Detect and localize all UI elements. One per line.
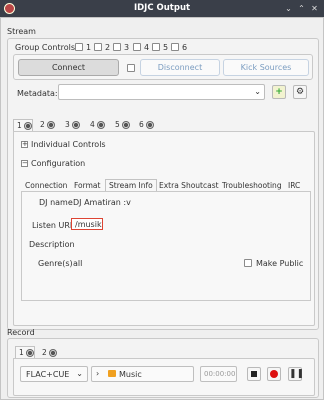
- kick-sources-button[interactable]: Kick Sources: [223, 59, 309, 76]
- listen-url-label: Listen URL: [32, 221, 75, 230]
- pause-icon[interactable]: ❚❚: [288, 367, 304, 381]
- group-number-1: 1: [86, 43, 92, 52]
- group-number-5: 5: [163, 43, 169, 52]
- record-tab-1[interactable]: 1: [15, 346, 35, 358]
- dj-name-label: DJ name: [39, 198, 73, 207]
- disconnect-checkbox[interactable]: [127, 64, 135, 72]
- tab-format[interactable]: Format: [74, 181, 100, 190]
- minimize-icon[interactable]: ⌄: [283, 3, 294, 14]
- title-bar: IDJC Output ⌄ ⌃ ✕: [0, 0, 324, 17]
- tab-extra-shoutcast[interactable]: Extra Shoutcast: [159, 181, 219, 190]
- disconnect-button[interactable]: Disconnect: [140, 59, 220, 76]
- record-format-select[interactable]: FLAC+CUE ⌄: [20, 366, 88, 382]
- make-public-checkbox[interactable]: [244, 259, 252, 267]
- group-checkbox-5[interactable]: [152, 43, 160, 51]
- individual-controls-label[interactable]: Individual Controls: [31, 140, 106, 149]
- group-controls-label: Group Controls: [15, 43, 75, 52]
- tab-troubleshooting[interactable]: Troubleshooting: [222, 181, 282, 190]
- record-time-value: 00:00:00: [204, 370, 236, 378]
- settings-icon[interactable]: ⚙: [293, 85, 307, 99]
- record-2-indicator-icon: [49, 349, 57, 357]
- metadata-label: Metadata:: [17, 89, 58, 98]
- group-number-3: 3: [124, 43, 130, 52]
- tab-stream-info[interactable]: Stream Info: [105, 179, 157, 191]
- close-icon[interactable]: ✕: [309, 3, 320, 14]
- genres-value[interactable]: all: [73, 259, 82, 268]
- group-number-2: 2: [105, 43, 111, 52]
- window-title: IDJC Output: [133, 3, 191, 13]
- add-icon[interactable]: +: [272, 85, 286, 99]
- server-4-indicator-icon: [97, 121, 105, 129]
- chevron-down-icon[interactable]: ⌄: [254, 87, 261, 96]
- record-format-value: FLAC+CUE: [26, 370, 70, 379]
- group-checkbox-2[interactable]: [94, 43, 102, 51]
- configuration-label[interactable]: Configuration: [31, 159, 85, 168]
- server-3-indicator-icon: [72, 121, 80, 129]
- group-checkbox-6[interactable]: [171, 43, 179, 51]
- group-checkbox-1[interactable]: [75, 43, 83, 51]
- server-1-indicator-icon: [24, 122, 32, 130]
- group-number-4: 4: [144, 43, 150, 52]
- connect-button[interactable]: Connect: [18, 59, 119, 76]
- maximize-icon[interactable]: ⌃: [296, 3, 307, 14]
- description-label: Description: [29, 240, 75, 249]
- record-folder-label: Music: [119, 370, 142, 379]
- dj-name-value[interactable]: DJ Amatiran :v: [73, 198, 131, 207]
- genres-label: Genre(s): [38, 259, 73, 268]
- folder-icon: [108, 370, 116, 377]
- stream-section-label: Stream: [7, 27, 36, 36]
- collapse-minus-icon[interactable]: −: [21, 160, 28, 167]
- chevron-down-icon: ⌄: [76, 369, 83, 378]
- record-1-indicator-icon: [26, 349, 34, 357]
- record-path-button[interactable]: › Music: [91, 366, 194, 382]
- stop-icon[interactable]: [247, 367, 261, 381]
- record-section-label: Record: [7, 328, 35, 337]
- make-public-label: Make Public: [256, 259, 304, 268]
- server-6-indicator-icon: [146, 121, 154, 129]
- tab-connection[interactable]: Connection: [25, 181, 67, 190]
- chevron-right-icon: ›: [96, 369, 100, 378]
- listen-url-value: /musik: [75, 220, 102, 229]
- group-checkbox-4[interactable]: [133, 43, 141, 51]
- record-icon[interactable]: [267, 367, 281, 381]
- server-5-indicator-icon: [122, 121, 130, 129]
- expand-plus-icon[interactable]: +: [21, 141, 28, 148]
- group-checkbox-3[interactable]: [113, 43, 121, 51]
- metadata-input[interactable]: ⌄: [58, 84, 265, 100]
- listen-url-input[interactable]: /musik: [71, 218, 103, 230]
- tab-irc[interactable]: IRC: [288, 181, 300, 190]
- server-tab-1[interactable]: 1: [13, 119, 33, 131]
- group-number-6: 6: [182, 43, 188, 52]
- server-tabs: 1 2 3 4 5 6: [13, 117, 313, 131]
- server-2-indicator-icon: [47, 121, 55, 129]
- window-body: Stream Group Controls 1 2 3 4 5 6 Connec…: [0, 17, 324, 400]
- record-time-display: 00:00:00: [200, 366, 237, 382]
